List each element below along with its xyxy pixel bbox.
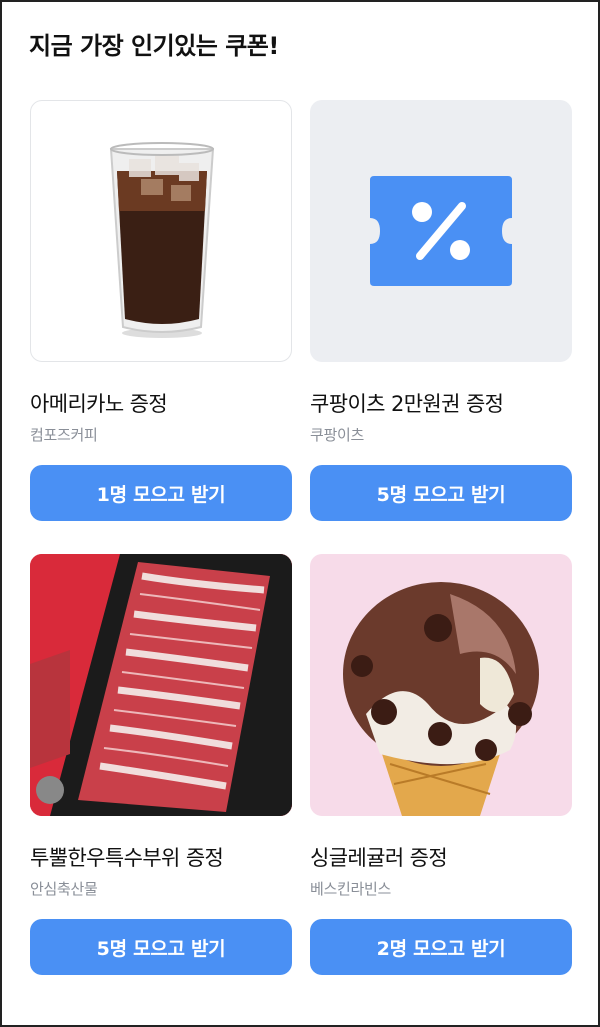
ice-cream-image [310,554,572,816]
coupon-percent-icon [310,100,572,362]
coupon-card-hanwoo[interactable]: 투뿔한우특수부위 증정 안심축산물 5명 모으고 받기 [30,554,292,975]
coupon-name: 투뿔한우특수부위 증정 [30,846,224,870]
coupon-brand: 베스킨라빈스 [310,880,392,898]
coupon-brand: 안심축산물 [30,880,98,898]
coupon-card-baskin[interactable]: 싱글레귤러 증정 베스킨라빈스 2명 모으고 받기 [310,554,572,975]
coupon-name: 쿠팡이츠 2만원권 증정 [310,392,504,416]
coupon-name: 아메리카노 증정 [30,392,168,416]
iced-americano-image [30,100,292,362]
section-title: 지금 가장 인기있는 쿠폰! [29,32,279,60]
coupon-name: 싱글레귤러 증정 [310,846,448,870]
collect-button[interactable]: 5명 모으고 받기 [310,465,572,521]
collect-button[interactable]: 2명 모으고 받기 [310,919,572,975]
coupon-card-americano[interactable]: 아메리카노 증정 컴포즈커피 1명 모으고 받기 [30,100,292,521]
coupon-brand: 쿠팡이츠 [310,426,365,444]
hanwoo-beef-image [30,554,292,816]
coupon-card-coupang-eats[interactable]: 쿠팡이츠 2만원권 증정 쿠팡이츠 5명 모으고 받기 [310,100,572,521]
coupon-brand: 컴포즈커피 [30,426,98,444]
collect-button[interactable]: 5명 모으고 받기 [30,919,292,975]
collect-button[interactable]: 1명 모으고 받기 [30,465,292,521]
